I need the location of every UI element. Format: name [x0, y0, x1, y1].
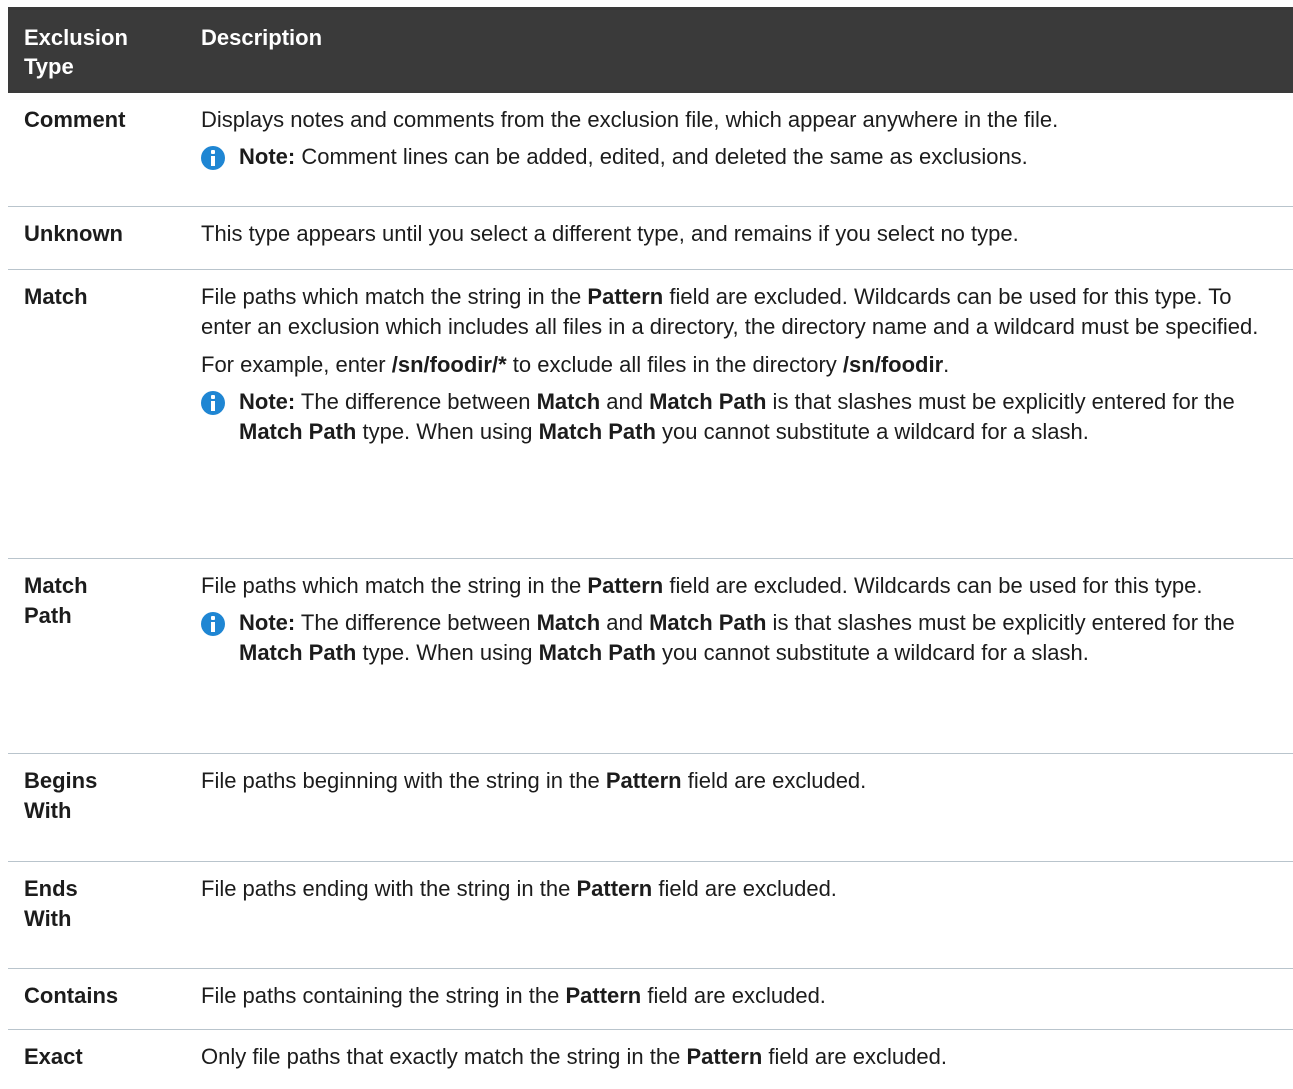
info-icon — [201, 146, 225, 170]
type-cell: Ends With — [8, 861, 191, 969]
table-row-unknown: Unknown This type appears until you sele… — [8, 206, 1293, 270]
table-row-match-path: Match Path File paths which match the st… — [8, 558, 1293, 754]
table-row-contains: Contains File paths containing the strin… — [8, 968, 1293, 1030]
description-cell: File paths which match the string in the… — [191, 269, 1293, 559]
type-cell: Exact — [24, 1043, 83, 1069]
description-text: This type appears until you select a dif… — [201, 220, 1019, 246]
pattern-field-ref: Pattern — [686, 1043, 763, 1069]
table-row-ends-with: Ends With File paths ending with the str… — [8, 861, 1293, 969]
pattern-field-ref: Pattern — [605, 767, 682, 793]
example-directory: /sn/foodir — [842, 351, 944, 377]
description-cell: Displays notes and comments from the exc… — [191, 93, 1293, 207]
table-row-exact: Exact Only file paths that exactly match… — [8, 1029, 1293, 1089]
note-body: Comment lines can be added, edited, and … — [301, 144, 1028, 169]
type-cell: Comment — [8, 93, 191, 207]
info-icon — [201, 390, 225, 415]
table-row-begins-with: Begins With File paths beginning with th… — [8, 753, 1293, 862]
note-text: Note: The difference between Match and M… — [239, 609, 1235, 665]
note-text: Note: The difference between Match and M… — [239, 388, 1235, 444]
type-cell: Contains — [8, 968, 191, 1030]
example-text: For example, enter /sn/foodir/* to exclu… — [201, 351, 950, 377]
example-path: /sn/foodir/* — [391, 351, 507, 377]
table-header-row: Exclusion Type Description — [8, 7, 1293, 93]
type-cell: Begins With — [8, 753, 191, 862]
info-icon — [201, 611, 225, 636]
note-text: Note: Comment lines can be added, edited… — [239, 142, 1267, 172]
note-callout: Note: The difference between Match and M… — [201, 608, 1267, 668]
pattern-field-ref: Pattern — [587, 283, 664, 309]
table-row-comment: Comment Displays notes and comments from… — [8, 93, 1293, 207]
description-cell: File paths ending with the string in the… — [191, 861, 1293, 969]
pattern-field-ref: Pattern — [587, 572, 664, 598]
description-text: Displays notes and comments from the exc… — [201, 107, 1059, 132]
type-cell: Match Path — [8, 558, 191, 754]
description-text: File paths which match the string in the… — [201, 572, 1203, 598]
pattern-field-ref: Pattern — [565, 982, 642, 1008]
header-exclusion-type: Exclusion Type — [8, 7, 191, 93]
description-cell: This type appears until you select a dif… — [191, 206, 1293, 270]
note-callout: Note: The difference between Match and M… — [201, 387, 1267, 447]
table-row-match: Match File paths which match the string … — [8, 269, 1293, 559]
type-cell: Match — [8, 269, 191, 559]
description-text: File paths beginning with the string in … — [201, 767, 867, 793]
description-text: File paths ending with the string in the… — [201, 875, 837, 901]
description-cell: Only file paths that exactly match the s… — [191, 1029, 1293, 1089]
description-cell: File paths beginning with the string in … — [191, 753, 1293, 862]
description-text: Only file paths that exactly match the s… — [201, 1043, 947, 1069]
header-description: Description — [191, 7, 1293, 93]
description-cell: File paths containing the string in the … — [191, 968, 1293, 1030]
description-text: File paths containing the string in the … — [201, 982, 826, 1008]
exclusion-types-table-container: Exclusion Type Description Comment Displ… — [8, 7, 1293, 1089]
type-cell: Unknown — [8, 206, 191, 270]
description-cell: File paths which match the string in the… — [191, 558, 1293, 754]
note-label: Note: — [239, 144, 296, 169]
exclusion-types-table: Exclusion Type Description Comment Displ… — [8, 7, 1293, 1089]
pattern-field-ref: Pattern — [576, 875, 653, 901]
note-callout: Note: Comment lines can be added, edited… — [201, 142, 1267, 172]
description-text: File paths which match the string in the… — [201, 283, 1259, 339]
